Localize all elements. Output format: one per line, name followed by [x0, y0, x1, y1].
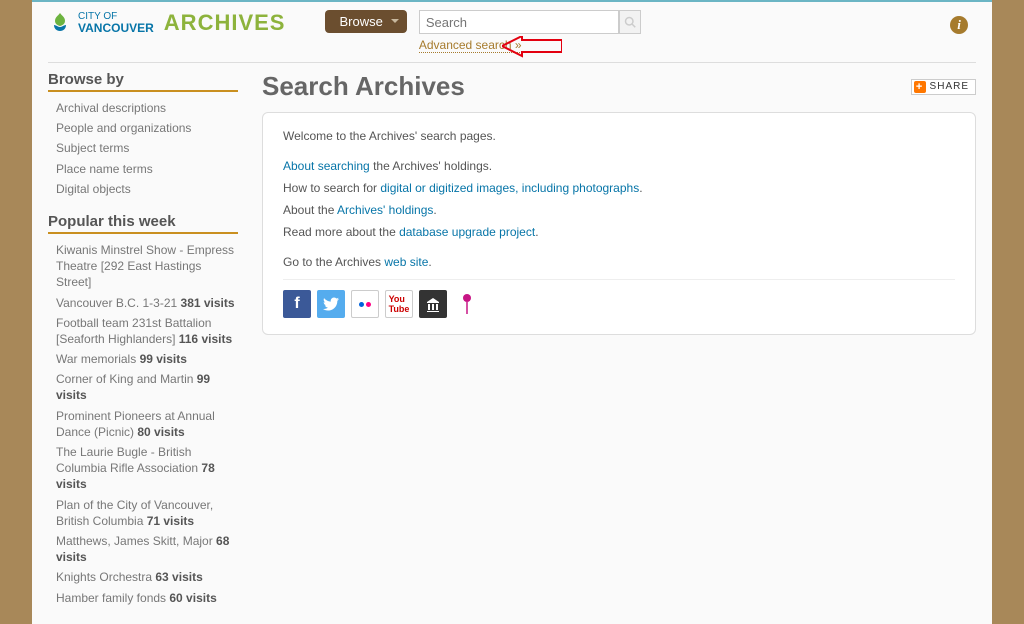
popular-heading: Popular this week	[48, 213, 238, 234]
sidebar-item[interactable]: Digital objects	[48, 179, 238, 199]
sidebar-item[interactable]: People and organizations	[48, 118, 238, 138]
sidebar: Browse by Archival descriptionsPeople an…	[48, 71, 238, 608]
popular-item[interactable]: War memorials 99 visits	[48, 349, 238, 369]
popular-item[interactable]: Hamber family fonds 60 visits	[48, 588, 238, 608]
digital-images-link[interactable]: digital or digitized images, including p…	[380, 181, 639, 195]
sidebar-item[interactable]: Place name terms	[48, 159, 238, 179]
browse-by-heading: Browse by	[48, 71, 238, 92]
search-input[interactable]	[419, 10, 619, 34]
popular-item[interactable]: Matthews, James Skitt, Major 68 visits	[48, 531, 238, 567]
header: CITY OF VANCOUVER ARCHIVES Browse Advanc…	[32, 2, 992, 54]
share-label: SHARE	[930, 81, 969, 92]
plus-icon: +	[914, 81, 926, 93]
logo-vancouver: VANCOUVER	[78, 22, 154, 34]
info-icon[interactable]: i	[950, 16, 968, 34]
flickr-icon[interactable]	[351, 290, 379, 318]
social-row: f YouTube	[283, 290, 955, 318]
search-button[interactable]	[619, 10, 641, 34]
page-title: Search Archives	[262, 71, 465, 102]
twitter-icon[interactable]	[317, 290, 345, 318]
annotation-arrow	[502, 36, 562, 60]
content-panel: Welcome to the Archives' search pages. A…	[262, 112, 976, 335]
building-icon[interactable]	[419, 290, 447, 318]
logo[interactable]: CITY OF VANCOUVER ARCHIVES	[48, 10, 285, 36]
database-project-link[interactable]: database upgrade project	[399, 225, 535, 239]
facebook-icon[interactable]: f	[283, 290, 311, 318]
youtube-icon[interactable]: YouTube	[385, 290, 413, 318]
sidebar-item[interactable]: Subject terms	[48, 138, 238, 158]
main: Search Archives + SHARE Welcome to the A…	[262, 71, 976, 608]
leaf-icon	[48, 11, 72, 35]
popular-item[interactable]: Plan of the City of Vancouver, British C…	[48, 495, 238, 531]
popular-item[interactable]: Corner of King and Martin 99 visits	[48, 369, 238, 405]
popular-list: Kiwanis Minstrel Show - Empress Theatre …	[48, 240, 238, 608]
website-link[interactable]: web site	[384, 255, 428, 269]
popular-item[interactable]: Football team 231st Battalion [Seaforth …	[48, 313, 238, 349]
popular-item[interactable]: The Laurie Bugle - British Columbia Rifl…	[48, 442, 238, 495]
holdings-link[interactable]: Archives' holdings	[337, 203, 433, 217]
search-icon	[624, 16, 636, 28]
logo-archives: ARCHIVES	[164, 10, 286, 36]
pin-icon[interactable]	[453, 290, 481, 318]
popular-item[interactable]: Prominent Pioneers at Annual Dance (Picn…	[48, 406, 238, 442]
about-searching-link[interactable]: About searching	[283, 159, 370, 173]
popular-item[interactable]: Vancouver B.C. 1-3-21 381 visits	[48, 293, 238, 313]
share-button[interactable]: + SHARE	[911, 79, 976, 95]
popular-item[interactable]: Knights Orchestra 63 visits	[48, 567, 238, 587]
welcome-text: Welcome to the Archives' search pages.	[283, 129, 955, 143]
browse-button[interactable]: Browse	[325, 10, 406, 33]
popular-item[interactable]: Kiwanis Minstrel Show - Empress Theatre …	[48, 240, 238, 293]
browse-by-list: Archival descriptionsPeople and organiza…	[48, 98, 238, 199]
sidebar-item[interactable]: Archival descriptions	[48, 98, 238, 118]
